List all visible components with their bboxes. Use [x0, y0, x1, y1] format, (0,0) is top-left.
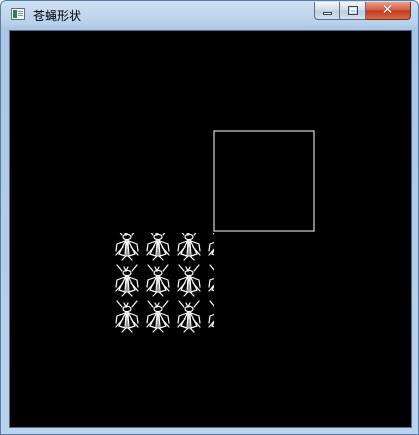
window-title: 苍蝇形状	[33, 9, 82, 23]
fly-icon	[208, 300, 214, 333]
fly-pattern	[115, 233, 214, 333]
app-icon[interactable]	[11, 8, 25, 20]
fly-icon	[208, 233, 214, 261]
close-button[interactable]: ✕	[366, 2, 411, 20]
fly-icon	[115, 233, 139, 261]
outline-square	[213, 130, 315, 232]
title-bar[interactable]: 苍蝇形状 ✕	[1, 1, 418, 27]
fly-icon	[115, 264, 139, 297]
fly-icon	[146, 264, 170, 297]
minimize-icon	[323, 12, 332, 15]
fly-icon	[177, 264, 201, 297]
fly-icon	[177, 300, 201, 333]
drawing-canvas	[115, 130, 315, 333]
close-icon: ✕	[381, 2, 394, 18]
maximize-icon	[348, 6, 358, 15]
minimize-button[interactable]	[314, 2, 340, 20]
fly-icon	[208, 264, 214, 297]
app-window: 苍蝇形状 ✕	[0, 0, 419, 435]
fly-icon	[146, 300, 170, 333]
fly-icon	[115, 300, 139, 333]
canvas-area[interactable]	[9, 30, 412, 428]
maximize-button[interactable]	[340, 2, 366, 20]
fly-icon	[177, 233, 201, 261]
fly-icon	[146, 233, 170, 261]
